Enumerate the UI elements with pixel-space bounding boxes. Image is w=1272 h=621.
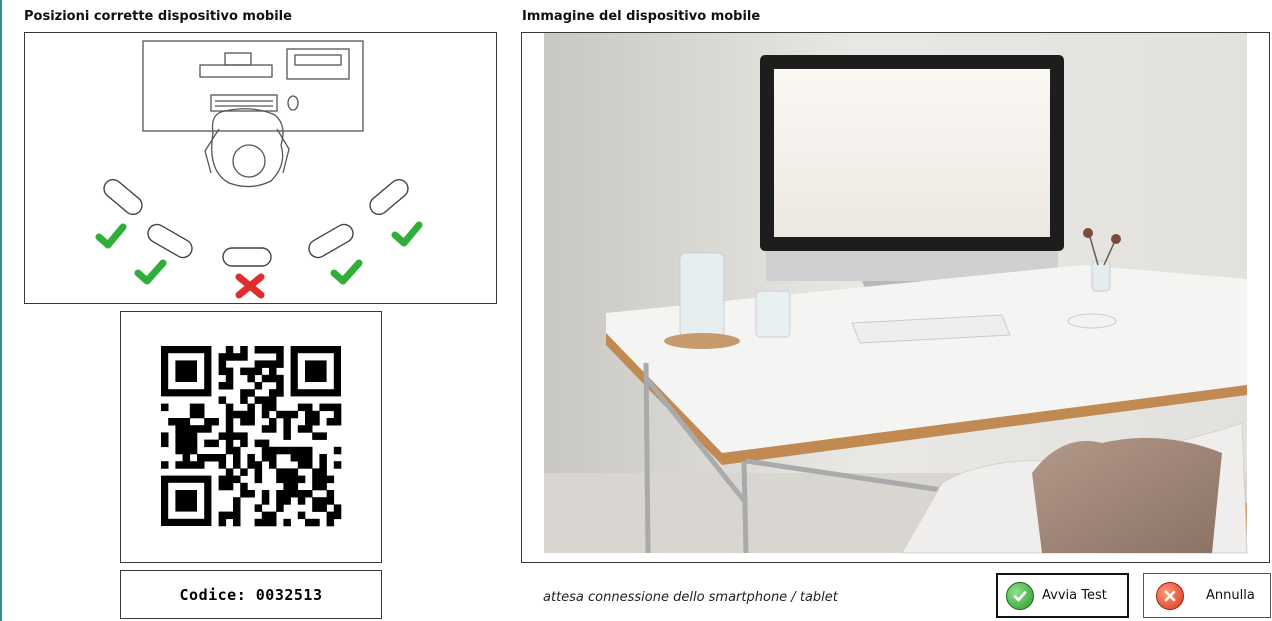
check-icon — [330, 259, 363, 285]
device-image-panel — [521, 32, 1270, 563]
pairing-code: Codice: 0032513 — [179, 585, 323, 604]
positions-diagram — [24, 32, 497, 304]
check-icon — [134, 259, 167, 285]
qr-code — [161, 346, 342, 527]
qr-code-panel — [120, 311, 382, 563]
desk-positions-illustration — [95, 40, 423, 299]
connection-status-text: attesa connessione dello smartphone / ta… — [543, 590, 838, 605]
start-test-label: Avvia Test — [1042, 588, 1107, 603]
start-test-button[interactable]: Avvia Test — [996, 573, 1129, 618]
desk-photo — [544, 33, 1248, 554]
positions-title: Posizioni corrette dispositivo mobile — [24, 9, 292, 24]
check-icon — [391, 221, 423, 247]
x-mark-icon — [235, 273, 265, 299]
cancel-button[interactable]: Annulla — [1143, 573, 1271, 618]
device-image-title: Immagine del dispositivo mobile — [522, 9, 761, 24]
cancel-label: Annulla — [1206, 588, 1255, 603]
left-border — [0, 0, 2, 621]
check-icon — [95, 223, 127, 249]
code-box: Codice: 0032513 — [120, 570, 382, 619]
x-circle-icon — [1156, 581, 1184, 610]
check-circle-icon — [1006, 581, 1034, 610]
